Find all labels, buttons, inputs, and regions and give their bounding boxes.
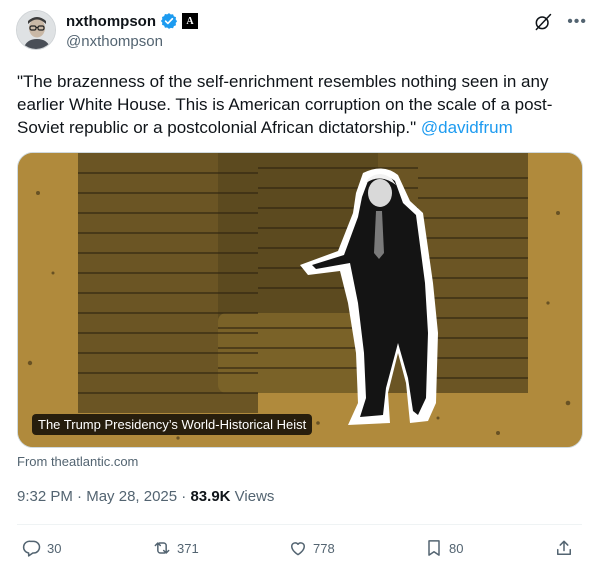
bookmark-count: 80 bbox=[449, 540, 464, 556]
tweet-time[interactable]: 9:32 PM bbox=[17, 488, 73, 505]
verified-badge-icon[interactable] bbox=[160, 12, 178, 30]
tweet: nxthompson A @nxthompson ••• "The brazen… bbox=[0, 0, 599, 572]
reply-icon bbox=[22, 540, 41, 557]
heart-icon bbox=[291, 542, 305, 556]
reply-count: 30 bbox=[47, 540, 62, 556]
the-atlantic-logo-icon[interactable]: A bbox=[182, 13, 198, 29]
share-icon bbox=[557, 540, 571, 555]
bookmark-icon bbox=[428, 540, 440, 556]
tweet-meta: 9:32 PM · May 28, 2025 · 83.9K Views bbox=[17, 488, 274, 505]
card-source[interactable]: From theatlantic.com bbox=[17, 454, 138, 469]
avatar[interactable] bbox=[16, 10, 56, 50]
author-info: nxthompson A @nxthompson bbox=[66, 10, 198, 50]
link-card[interactable]: The Trump Presidency’s World-Historical … bbox=[17, 152, 583, 448]
divider bbox=[17, 524, 582, 525]
name-row: nxthompson A bbox=[66, 10, 198, 32]
repost-button[interactable]: 371 bbox=[152, 536, 199, 560]
tweet-text: "The brazenness of the self-enrichment r… bbox=[17, 70, 585, 139]
action-bar: 30 371 778 80 bbox=[22, 536, 580, 560]
more-options-icon[interactable]: ••• bbox=[567, 12, 587, 32]
mention-link[interactable]: @davidfrum bbox=[421, 118, 513, 137]
share-button[interactable] bbox=[554, 536, 579, 560]
repost-count: 371 bbox=[177, 540, 199, 556]
like-count: 778 bbox=[313, 540, 335, 556]
card-title: The Trump Presidency’s World-Historical … bbox=[32, 414, 313, 435]
like-button[interactable]: 778 bbox=[288, 536, 335, 560]
views-count: 83.9K bbox=[190, 488, 231, 505]
bookmark-button[interactable]: 80 bbox=[424, 536, 463, 560]
meta-separator: · bbox=[72, 488, 87, 505]
coin-stack-illustration bbox=[78, 153, 528, 413]
top-actions: ••• bbox=[533, 12, 587, 32]
grok-icon[interactable] bbox=[533, 12, 553, 32]
handle[interactable]: @nxthompson bbox=[66, 33, 198, 50]
repost-icon bbox=[154, 542, 170, 554]
card-image bbox=[18, 153, 582, 447]
meta-separator-2: · bbox=[177, 488, 191, 505]
display-name[interactable]: nxthompson bbox=[66, 13, 156, 30]
views-label: Views bbox=[230, 488, 275, 505]
avatar-image bbox=[17, 11, 55, 49]
tweet-date[interactable]: May 28, 2025 bbox=[86, 488, 177, 505]
reply-button[interactable]: 30 bbox=[22, 536, 61, 560]
